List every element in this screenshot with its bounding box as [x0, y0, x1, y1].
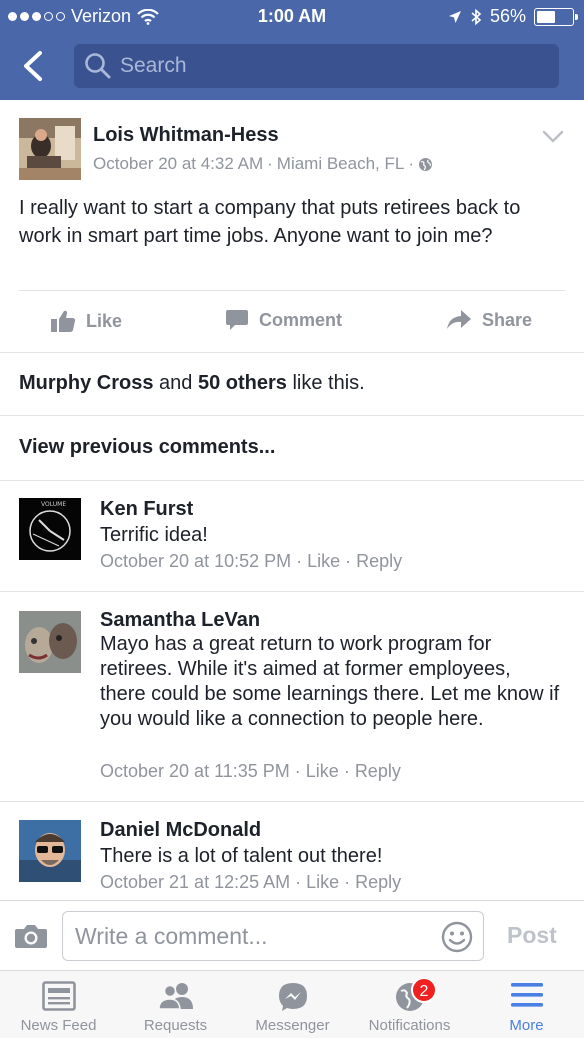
divider [0, 415, 584, 416]
emoji-smiley-icon[interactable] [441, 921, 473, 953]
bluetooth-icon [471, 8, 482, 25]
comment-date: October 21 at 12:25 AM [100, 872, 291, 892]
status-right: 56% [448, 6, 578, 27]
likes-and: and [153, 372, 198, 394]
post-text: I really want to start a company that pu… [19, 197, 521, 247]
comment-text: There is a lot of talent out there! [100, 845, 383, 867]
tab-requests[interactable]: Requests [117, 971, 234, 1038]
separator-dot: · [267, 154, 273, 173]
tab-bar: News Feed Requests Messenger 2 Notificat… [0, 970, 584, 1038]
top-bar: Verizon 1:00 AM 56% Search [0, 0, 584, 100]
comment-text: Terrific idea! [100, 524, 208, 546]
notification-badge: 2 [411, 977, 437, 1003]
like-button[interactable]: Like [50, 309, 122, 333]
tab-label: More [509, 1017, 544, 1034]
divider [19, 290, 565, 291]
author-avatar[interactable] [19, 118, 81, 180]
post-meta: October 20 at 4:32 AM · Miami Beach, FL … [93, 154, 433, 174]
comment-like-link[interactable]: Like [307, 551, 340, 571]
tab-label: Notifications [368, 1017, 451, 1034]
post-comment-button[interactable]: Post [507, 922, 557, 949]
separator-dot: · [408, 154, 414, 173]
globe-icon [419, 157, 432, 171]
comment-button[interactable]: Comment [225, 309, 342, 331]
post-author[interactable]: Lois Whitman-Hess [93, 124, 279, 147]
share-icon [447, 310, 471, 329]
back-arrow-icon[interactable] [18, 48, 52, 84]
comment-label: Comment [259, 309, 343, 330]
comment-meta: October 21 at 12:25 AM · Like · Reply [100, 872, 402, 892]
battery-icon [534, 7, 578, 26]
commenter-name[interactable]: Ken Furst [100, 498, 193, 521]
comment-reply-link[interactable]: Reply [355, 872, 401, 892]
tab-notifications[interactable]: 2 Notifications [351, 971, 468, 1038]
share-label: Share [482, 309, 533, 330]
location-arrow-icon [448, 10, 461, 23]
likes-summary[interactable]: Murphy Cross and 50 others like this. [19, 372, 365, 395]
comment-reply-link[interactable]: Reply [355, 761, 401, 781]
commenter-name[interactable]: Samantha LeVan [100, 609, 260, 632]
commenter-avatar[interactable] [19, 820, 81, 882]
like-label: Like [86, 310, 123, 331]
comment-date: October 20 at 10:52 PM [100, 551, 292, 571]
search-placeholder: Search [120, 54, 187, 77]
comment-reply-link[interactable]: Reply [356, 551, 402, 571]
divider [0, 480, 584, 481]
commenter-avatar[interactable]: VOLUME [19, 498, 81, 560]
requests-icon [157, 983, 193, 1010]
commenter-avatar[interactable] [19, 611, 81, 673]
comment-meta: October 20 at 11:35 PM · Like · Reply [100, 761, 401, 781]
post-location[interactable]: Miami Beach, FL [277, 154, 405, 174]
likes-suffix: like this. [286, 372, 365, 394]
commenter-name[interactable]: Daniel McDonald [100, 819, 261, 842]
comment-text: Mayo has a great return to work program … [100, 633, 560, 730]
battery-fill [537, 10, 556, 23]
messenger-icon [278, 983, 307, 1011]
divider [0, 591, 584, 592]
share-button[interactable]: Share [446, 309, 532, 331]
search-input[interactable]: Search [74, 44, 559, 88]
liker-others[interactable]: 50 others [198, 372, 287, 394]
status-bar: Verizon 1:00 AM 56% [0, 0, 584, 32]
tab-label: Messenger [255, 1017, 330, 1034]
post-date[interactable]: October 20 at 4:32 AM [93, 154, 263, 174]
comment-like-link[interactable]: Like [306, 761, 339, 781]
post-actions: Like Comment Share [0, 300, 584, 342]
comment-like-link[interactable]: Like [306, 872, 339, 892]
view-previous-comments[interactable]: View previous comments... [19, 436, 275, 459]
comment-icon [226, 310, 248, 330]
search-icon [85, 53, 111, 79]
comment-placeholder: Write a comment... [75, 923, 268, 949]
tab-news-feed[interactable]: News Feed [0, 971, 117, 1038]
divider [0, 352, 584, 353]
tab-label: Requests [143, 1017, 208, 1034]
comment-input[interactable]: Write a comment... [62, 911, 484, 961]
liker-name[interactable]: Murphy Cross [19, 372, 153, 394]
thumbs-up-icon [51, 310, 76, 332]
news-feed-icon [41, 981, 76, 1011]
camera-icon[interactable] [14, 923, 48, 949]
svg-text:VOLUME: VOLUME [41, 501, 66, 508]
comment-date: October 20 at 11:35 PM [100, 761, 290, 781]
menu-icon [510, 983, 543, 1007]
tab-more[interactable]: More [468, 971, 584, 1038]
tab-messenger[interactable]: Messenger [234, 971, 351, 1038]
comment-composer: Write a comment... Post [0, 900, 584, 970]
divider [0, 801, 584, 802]
battery-percent: 56% [489, 6, 526, 26]
chevron-down-icon[interactable] [542, 130, 564, 144]
comment-meta: October 20 at 10:52 PM · Like · Reply [100, 551, 403, 571]
tab-label: News Feed [20, 1017, 97, 1034]
